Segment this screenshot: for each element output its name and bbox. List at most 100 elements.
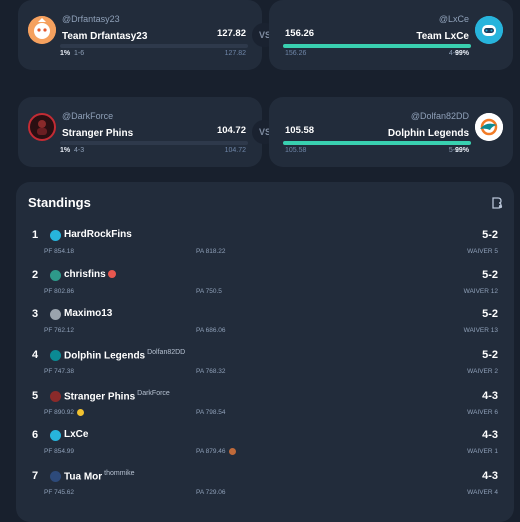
team-score: 105.58 (285, 125, 315, 136)
waiver-position: WAIVER 13 (463, 327, 498, 334)
team-record: 1-6 (74, 50, 85, 57)
team-avatar-icon (50, 471, 61, 482)
status-badge-icon (107, 270, 116, 279)
owner-handle[interactable]: @Dolfan82DD (411, 111, 469, 121)
smile-emoji-icon (77, 409, 84, 416)
points-for: PF 854.18 (44, 248, 74, 255)
team-name[interactable]: Team Drfantasy23 (62, 31, 147, 42)
win-percentage: 1% (60, 50, 71, 57)
stranger-things-avatar-icon (28, 113, 56, 141)
standings-title: Standings (28, 195, 91, 210)
team-name-text: HardRockFins (64, 229, 132, 240)
team-avatar-icon (50, 270, 61, 281)
team-avatar-icon (50, 309, 61, 320)
team-name-text: Dolphin Legends (64, 350, 146, 362)
dolphins-logo-icon (475, 113, 503, 141)
standings-row[interactable]: 6 LxCe 4-3 PF 854.99 PA 879.46 WAIVER 1 (16, 429, 514, 465)
team-score: 104.72 (216, 125, 246, 136)
rank: 3 (32, 308, 39, 320)
points-against: PA 798.54 (196, 409, 226, 416)
team-name[interactable]: Stranger Phins DarkForce (64, 390, 170, 402)
matchup-1[interactable]: @Drfantasy23 Team Drfantasy23 127.82 1% … (18, 0, 514, 70)
team-record: 5-2 (482, 308, 498, 320)
points-against-text: PA 879.46 (196, 448, 226, 456)
points-against: PA 818.22 (196, 248, 226, 255)
team-record: 5-2 (482, 349, 498, 361)
emoji-icon (228, 448, 236, 455)
team-score: 127.82 (216, 28, 246, 39)
team-name-text: Stranger Phins (64, 391, 136, 403)
team-record: 4-3 (482, 390, 498, 402)
rank: 5 (32, 390, 39, 402)
rank: 1 (32, 229, 39, 241)
fire-avatar-icon (28, 16, 56, 44)
team-record: 5-2 (482, 229, 498, 241)
team-record: 4-3 (482, 470, 498, 482)
points-against: PA 768.32 (196, 368, 226, 375)
win-probability-bar (283, 141, 471, 145)
win-probability-bar (60, 44, 248, 48)
robot-avatar-icon (475, 16, 503, 44)
team-name[interactable]: LxCe (64, 429, 88, 440)
waiver-position: WAIVER 1 (467, 448, 498, 455)
team-name[interactable]: Dolphin Legends (388, 128, 469, 139)
matchup-1-away-card[interactable]: @LxCe Team LxCe 156.26 156.26 4-3 99% (269, 0, 513, 70)
points-for: PF 802.86 (44, 288, 74, 295)
matchup-2[interactable]: @DarkForce Stranger Phins 104.72 1% 4-3 … (18, 97, 514, 167)
stranger-things-avatar-icon (50, 391, 61, 402)
matchup-2-away-card[interactable]: @Dolfan82DD Dolphin Legends 105.58 105.5… (269, 97, 513, 167)
team-name-text: Tua Mor (64, 471, 103, 483)
matchup-1-home-card[interactable]: @Drfantasy23 Team Drfantasy23 127.82 1% … (18, 0, 262, 70)
points-against: PA 729.06 (196, 489, 226, 496)
waiver-position: WAIVER 4 (467, 489, 498, 496)
team-avatar-icon (50, 230, 61, 241)
points-against: PA 750.5 (196, 288, 222, 295)
standings-row[interactable]: 5 Stranger Phins DarkForce 4-3 PF 890.92 … (16, 390, 514, 426)
owner-handle[interactable]: @DarkForce (62, 111, 113, 121)
points-against: PA 879.46 (196, 448, 236, 455)
rank: 2 (32, 269, 39, 281)
win-percentage: 1% (60, 147, 71, 154)
team-name[interactable]: Maximo13 (64, 308, 112, 319)
team-record: 5-2 (482, 269, 498, 281)
win-percentage: 99% (454, 50, 469, 57)
owner-name: DarkForce (137, 390, 170, 397)
owner-handle[interactable]: @LxCe (439, 14, 469, 24)
waiver-position: WAIVER 6 (467, 409, 498, 416)
rank: 6 (32, 429, 39, 441)
points-for: PF 854.99 (44, 448, 74, 455)
team-name[interactable]: Stranger Phins (62, 128, 133, 139)
robot-avatar-icon (50, 430, 61, 441)
team-score: 156.26 (285, 28, 315, 39)
team-name[interactable]: Tua Mor thommike (64, 470, 135, 482)
rank: 7 (32, 470, 39, 482)
share-icon[interactable] (490, 196, 504, 210)
team-name[interactable]: chrisfins (64, 269, 116, 280)
team-name-text: LxCe (64, 429, 89, 440)
standings-row[interactable]: 4 Dolphin Legends Dolfan82DD 5-2 PF 747.3… (16, 349, 514, 385)
dolphins-logo-icon (50, 350, 61, 361)
team-name[interactable]: Team LxCe (416, 31, 469, 42)
standings-row[interactable]: 2 chrisfins 5-2 PF 802.86 PA 750.5 WAIVE… (16, 269, 514, 305)
owner-handle[interactable]: @Drfantasy23 (62, 14, 120, 24)
team-name-text: Maximo13 (64, 308, 113, 319)
points-for: PF 747.38 (44, 368, 74, 375)
team-name-text: chrisfins (64, 269, 106, 280)
team-name[interactable]: HardRockFins (64, 229, 132, 240)
standings-row[interactable]: 3 Maximo13 5-2 PF 762.12 PA 686.06 WAIVE… (16, 308, 514, 344)
points-for: PF 762.12 (44, 327, 74, 334)
win-probability-bar (283, 44, 471, 48)
win-percentage: 99% (454, 147, 469, 154)
points-for: PF 745.62 (44, 489, 74, 496)
matchup-2-home-card[interactable]: @DarkForce Stranger Phins 104.72 1% 4-3 … (18, 97, 262, 167)
win-probability-bar (60, 141, 248, 145)
standings-row[interactable]: 7 Tua Mor thommike 4-3 PF 745.62 PA 729.0… (16, 470, 514, 506)
waiver-position: WAIVER 5 (467, 248, 498, 255)
owner-name: thommike (104, 470, 135, 477)
projected-score: 156.26 (285, 50, 307, 57)
standings-panel: Standings 1 HardRockFins 5-2 PF 854.18 P… (16, 182, 514, 522)
standings-row[interactable]: 1 HardRockFins 5-2 PF 854.18 PA 818.22 W… (16, 229, 514, 265)
team-record: 4-3 (74, 147, 85, 154)
team-name[interactable]: Dolphin Legends Dolfan82DD (64, 349, 185, 361)
points-for: PF 890.92 (44, 409, 84, 416)
